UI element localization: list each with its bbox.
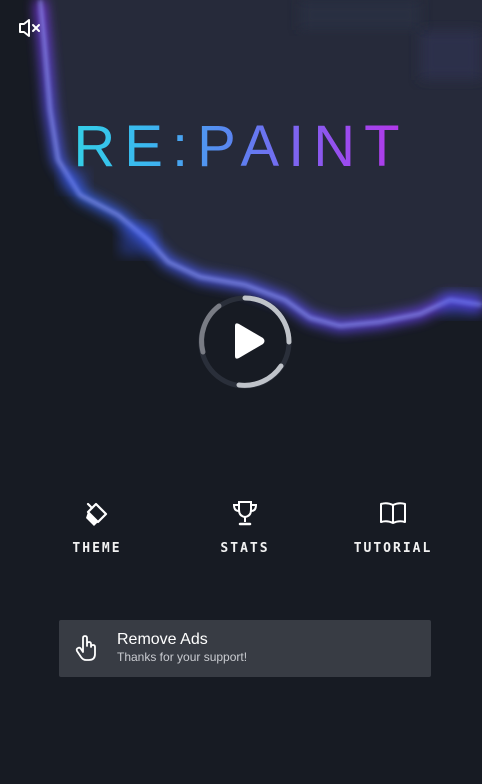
theme-button[interactable]: THEME [37,498,157,566]
play-ring [198,295,292,389]
open-book-icon [380,502,406,524]
stats-label: STATS [220,541,270,556]
tutorial-button[interactable]: TUTORIAL [333,498,453,566]
game-title: RE:PAINT [0,112,482,182]
theme-label: THEME [72,541,122,556]
mute-toggle-button[interactable] [16,16,44,40]
remove-ads-button[interactable]: Remove Ads Thanks for your support! [59,620,431,677]
remove-ads-title: Remove Ads [117,631,208,648]
paint-bucket-icon [86,502,108,526]
play-icon [235,323,265,359]
speaker-muted-icon [19,19,40,37]
remove-ads-subtitle: Thanks for your support! [117,650,248,664]
main-menu: THEME STATS TUTORIAL [0,498,482,568]
stats-button[interactable]: STATS [185,498,305,566]
tap-hand-icon [75,635,96,661]
trophy-icon [232,501,258,526]
tutorial-label: TUTORIAL [353,541,433,556]
play-button[interactable] [189,286,301,398]
